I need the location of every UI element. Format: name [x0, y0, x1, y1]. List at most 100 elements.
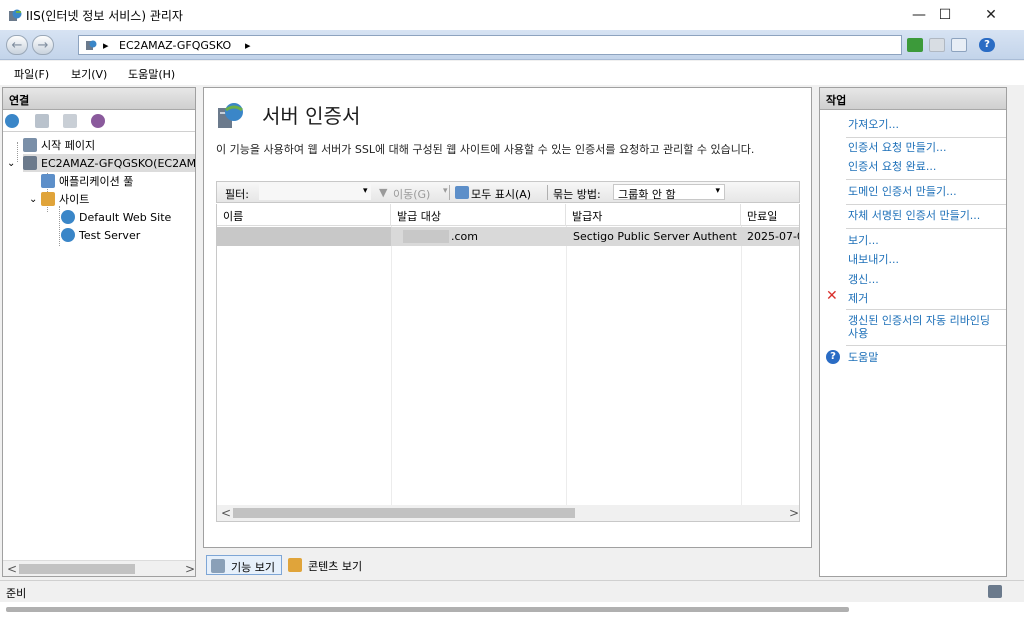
chevron-down-icon: ▾ — [715, 186, 720, 196]
tree-site-default-label: Default Web Site — [79, 210, 172, 224]
grid-horizontal-scrollbar[interactable]: < > — [217, 505, 799, 521]
scroll-thumb[interactable] — [19, 564, 135, 574]
scroll-right-arrow[interactable]: > — [789, 506, 799, 520]
filter-label: 필터: — [225, 188, 249, 201]
group-by-select[interactable]: 그룹화 안 함 ▾ — [613, 184, 725, 201]
sort-indicator-icon: ^ — [301, 204, 311, 211]
server-icon — [23, 156, 37, 170]
help-icon: ? — [826, 350, 840, 364]
back-button[interactable]: ← — [6, 35, 28, 55]
action-create-self-signed-label: 자체 서명된 인증서 만들기... — [848, 209, 981, 222]
tree-server-node[interactable]: EC2AMAZ-GFQGSKO(EC2AMAZ-GFQGSKO\Administ… — [23, 154, 195, 172]
disconnect-icon[interactable] — [91, 114, 105, 128]
address-bar-row: ← → ▸ EC2AMAZ-GFQGSKO ▸ ? — [0, 30, 1024, 60]
connections-tree: 시작 페이지 ⌄ EC2AMAZ-GFQGSKO(EC2AMAZ-GFQGSKO… — [3, 134, 195, 554]
table-row[interactable]: .com Sectigo Public Server Authenticatio… — [217, 227, 800, 246]
tree-expander-sites[interactable]: ⌄ — [29, 190, 37, 208]
tree-app-pools[interactable]: 애플리케이션 풀 — [41, 172, 133, 190]
breadcrumb-server[interactable]: EC2AMAZ-GFQGSKO — [119, 39, 231, 52]
window-title: IIS(인터넷 정보 서비스) 관리자 — [26, 9, 183, 23]
tree-sites[interactable]: 사이트 — [41, 190, 89, 208]
sites-folder-icon — [41, 192, 55, 206]
tab-features-view-label: 기능 보기 — [231, 561, 275, 574]
column-header-issuer[interactable]: 발급자 — [566, 204, 741, 226]
tab-features-view[interactable]: 기능 보기 — [206, 555, 282, 575]
breadcrumb-trailing-separator[interactable]: ▸ — [245, 39, 251, 52]
redacted-name-cell — [217, 227, 391, 246]
page-title: 서버 인증서 — [262, 104, 361, 128]
tab-content-view-label: 콘텐츠 보기 — [308, 560, 363, 573]
menu-bar: 파일(F) 보기(V) 도움말(H) — [0, 61, 1024, 85]
window-horizontal-scrollbar[interactable] — [0, 602, 1024, 617]
action-help-label: 도움말 — [848, 351, 879, 364]
app-pools-icon — [41, 174, 55, 188]
server-icon — [86, 40, 97, 50]
menu-help[interactable]: 도움말(H) — [128, 66, 175, 82]
tree-server-label: EC2AMAZ-GFQGSKO(EC2AMAZ-GFQGSKO\Administ… — [41, 156, 195, 170]
show-all-icon — [455, 186, 469, 199]
action-auto-rebind-label: 갱신된 인증서의 자동 리바인딩 사용 — [848, 314, 991, 340]
features-view-icon — [211, 559, 225, 573]
action-export-label: 내보내기... — [848, 253, 899, 266]
help-icon[interactable]: ? — [979, 38, 995, 52]
cell-expires: 2025-07-0 — [747, 230, 800, 243]
action-create-request-label: 인증서 요청 만들기... — [848, 141, 947, 154]
tree-app-pools-label: 애플리케이션 풀 — [59, 175, 134, 188]
tree-expander-server[interactable]: ⌄ — [7, 154, 15, 172]
go-button[interactable]: 이동(G) — [393, 186, 430, 202]
back-arrow-icon: ← — [11, 37, 23, 53]
show-all-button[interactable]: 모두 표시(A) — [471, 186, 531, 202]
scroll-left-arrow[interactable]: < — [7, 562, 17, 576]
address-breadcrumb[interactable]: ▸ EC2AMAZ-GFQGSKO ▸ — [78, 35, 902, 55]
connect-icon[interactable] — [5, 114, 19, 128]
column-header-expires[interactable]: 만료일 — [741, 204, 799, 226]
tree-site-test[interactable]: Test Server — [61, 226, 140, 244]
action-renew-label: 갱신... — [848, 273, 879, 286]
forward-button[interactable]: → — [32, 35, 54, 55]
action-view-label: 보기... — [848, 234, 879, 247]
tree-site-test-label: Test Server — [79, 228, 141, 242]
menu-view[interactable]: 보기(V) — [71, 66, 107, 82]
connections-horizontal-scrollbar[interactable]: < > — [3, 560, 195, 576]
globe-icon — [61, 210, 75, 224]
close-button[interactable]: ✕ — [968, 0, 1014, 30]
status-server-icon — [988, 585, 1002, 598]
actions-pane: 작업 가져오기... 인증서 요청 만들기... 인증서 요청 완료... 도메… — [819, 87, 1007, 577]
scroll-left-arrow[interactable]: < — [221, 506, 231, 520]
home-icon[interactable] — [951, 38, 967, 52]
refresh-icon[interactable] — [907, 38, 923, 52]
stop-icon[interactable] — [929, 38, 945, 52]
feature-description: 이 기능을 사용하여 웹 서버가 SSL에 대해 구성된 웹 사이트에 사용할 … — [216, 143, 755, 156]
save-icon[interactable] — [35, 114, 49, 128]
scroll-thumb[interactable] — [233, 508, 575, 518]
forward-arrow-icon: → — [37, 37, 49, 53]
cell-issuer: Sectigo Public Server Authentication CA — [573, 230, 737, 243]
breadcrumb-separator: ▸ — [103, 39, 109, 52]
tree-start-page[interactable]: 시작 페이지 — [23, 136, 95, 154]
iis-manager-window: IIS(인터넷 정보 서비스) 관리자 — ☐ ✕ ← → ▸ EC2AMAZ-… — [0, 0, 1024, 617]
maximize-button[interactable]: ☐ — [922, 0, 968, 30]
tree-sites-label: 사이트 — [59, 193, 90, 206]
tree-site-default[interactable]: Default Web Site — [61, 208, 171, 226]
filter-dropdown-icon[interactable]: ▾ — [363, 186, 368, 196]
go-dropdown-icon[interactable]: ▾ — [443, 186, 448, 196]
cell-issued-to: .com — [451, 230, 478, 243]
redacted-issued-to — [403, 230, 449, 243]
up-icon[interactable] — [63, 114, 77, 128]
connections-toolbar — [3, 110, 195, 132]
group-by-label: 묶는 방법: — [553, 188, 601, 201]
filter-input[interactable] — [259, 184, 371, 200]
group-by-value: 그룹화 안 함 — [618, 188, 676, 201]
action-import-label: 가져오기... — [848, 118, 899, 131]
grid-header: 이름 ^ 발급 대상 발급자 만료일 — [217, 204, 799, 226]
tab-content-view[interactable]: 콘텐츠 보기 — [284, 555, 368, 575]
connections-pane: 연결 시작 페이지 ⌄ EC2AMAZ-GFQGSKO(EC2AMAZ-GFQG… — [2, 87, 196, 577]
scroll-thumb[interactable] — [6, 607, 849, 612]
filter-bar: 필터: ▾ ▼ 이동(G) ▾ 모두 표시(A) 묶는 방법: 그룹화 안 함 … — [216, 181, 800, 203]
scroll-right-arrow[interactable]: > — [185, 562, 195, 576]
actions-header: 작업 — [820, 88, 1006, 110]
action-complete-request-label: 인증서 요청 완료... — [848, 160, 937, 173]
menu-file[interactable]: 파일(F) — [14, 66, 49, 82]
column-header-issued-to[interactable]: 발급 대상 — [391, 204, 566, 226]
status-bar: 준비 — [0, 580, 1024, 602]
